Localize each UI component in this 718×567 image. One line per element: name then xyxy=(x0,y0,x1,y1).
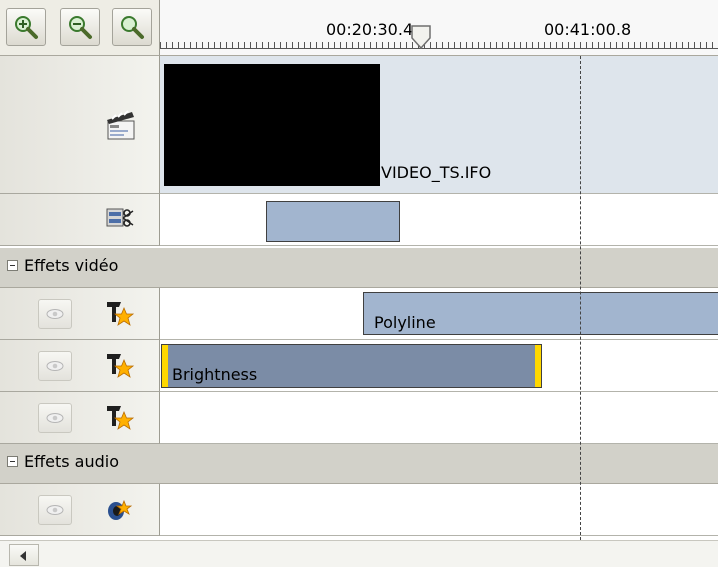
zoom-in-icon xyxy=(15,16,38,39)
zoom-fit-icon xyxy=(121,16,144,39)
audio-effect-track-area[interactable] xyxy=(160,484,718,536)
clip-start-handle[interactable] xyxy=(162,345,168,387)
effect-clip-label: Polyline xyxy=(374,313,436,332)
zoom-in-button[interactable] xyxy=(6,8,46,46)
effect-clip-label: Brightness xyxy=(172,365,258,384)
audio-effects-label: Effets audio xyxy=(24,452,120,471)
video-effect-icon xyxy=(107,406,134,430)
collapse-toggle[interactable] xyxy=(7,260,18,271)
effect-track-area-3[interactable] xyxy=(160,392,718,444)
clip-end-handle[interactable] xyxy=(535,345,541,387)
zoom-toolbar xyxy=(0,0,160,56)
eye-icon xyxy=(46,361,64,371)
cut-track-area[interactable] xyxy=(160,194,718,246)
playhead-handle[interactable] xyxy=(409,24,433,54)
eye-icon xyxy=(46,413,64,423)
cut-clip[interactable] xyxy=(266,201,400,242)
ruler-time-2: 00:41:00.8 xyxy=(544,20,632,39)
audio-effects-section[interactable]: Effets audio xyxy=(0,444,718,484)
visibility-toggle[interactable] xyxy=(38,299,72,329)
scissors-icon xyxy=(106,208,134,227)
timeline-ruler[interactable]: 00:20:30.4 00:41:00.8 xyxy=(160,0,718,56)
zoom-out-button[interactable] xyxy=(60,8,100,46)
video-effects-label: Effets vidéo xyxy=(24,256,119,275)
effect-clip-brightness[interactable]: Brightness xyxy=(161,344,542,388)
cut-track-header xyxy=(0,194,160,246)
zoom-fit-button[interactable] xyxy=(112,8,152,46)
playhead-line xyxy=(580,56,581,540)
zoom-out-icon xyxy=(69,16,92,39)
visibility-toggle[interactable] xyxy=(38,495,72,525)
eye-icon xyxy=(46,505,64,515)
ruler-time-1: 00:20:30.4 xyxy=(326,20,414,39)
video-effect-icon xyxy=(107,302,134,326)
video-thumbnail xyxy=(164,64,380,186)
effect-track-area-1[interactable]: Polyline xyxy=(160,288,718,340)
video-effect-icon xyxy=(107,354,134,378)
effect-track-header-3 xyxy=(0,392,160,444)
audio-effect-icon xyxy=(108,499,133,520)
video-effects-section[interactable]: Effets vidéo xyxy=(0,248,718,288)
video-track-area[interactable]: VIDEO_TS.IFO xyxy=(160,56,718,194)
clapperboard-icon xyxy=(107,110,135,140)
effect-track-header-1 xyxy=(0,288,160,340)
arrow-left-icon xyxy=(20,551,26,561)
effect-track-area-2[interactable]: Brightness xyxy=(160,340,718,392)
eye-icon xyxy=(46,309,64,319)
horizontal-scrollbar[interactable] xyxy=(0,540,718,567)
visibility-toggle[interactable] xyxy=(38,351,72,381)
visibility-toggle[interactable] xyxy=(38,403,72,433)
collapse-toggle[interactable] xyxy=(7,456,18,467)
audio-effect-track-header xyxy=(0,484,160,536)
scroll-left-button[interactable] xyxy=(9,544,39,566)
effect-clip-polyline[interactable]: Polyline xyxy=(363,292,718,335)
video-track-header xyxy=(0,56,160,194)
video-clip-label: VIDEO_TS.IFO xyxy=(381,163,492,182)
effect-track-header-2 xyxy=(0,340,160,392)
ruler-ticks xyxy=(160,42,718,49)
